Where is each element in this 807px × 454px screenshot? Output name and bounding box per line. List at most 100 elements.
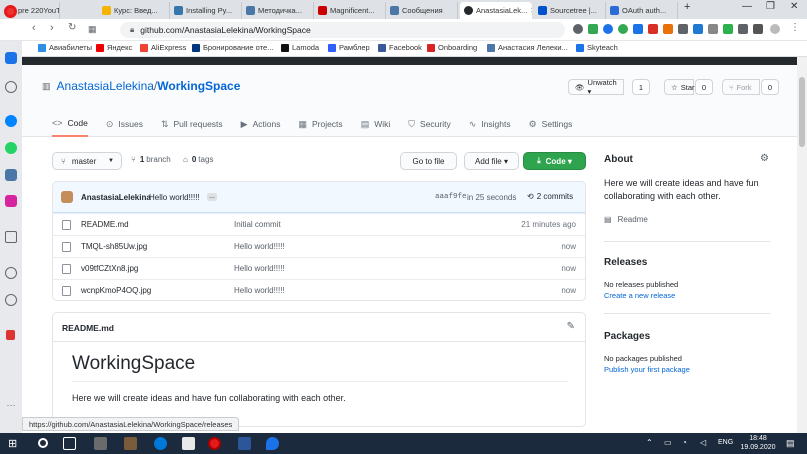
watch-count[interactable]: 1 [632,79,650,95]
table-row[interactable]: README.md Initial commit 21 minutes ago [53,213,585,235]
commit-expand-button[interactable]: ... [207,193,217,201]
bookmark-item[interactable]: AliExpress [140,43,186,52]
close-window-button[interactable]: ✕ [790,1,798,12]
extension-icon[interactable] [708,24,718,34]
opera-icon[interactable] [208,437,221,450]
bookmark-item[interactable]: Onboarding [427,43,477,52]
extension-icon[interactable] [738,24,748,34]
repo-name-link[interactable]: WorkingSpace [157,79,240,93]
star-button[interactable]: ☆ Star [664,79,695,95]
star-icon[interactable] [5,81,17,93]
notification-icon[interactable]: ▤ [786,438,795,449]
releases-heading[interactable]: Releases [604,257,647,268]
tags-link[interactable]: ⌂ 0 tags [183,155,213,164]
forward-icon[interactable]: › [50,22,54,34]
maps-icon[interactable] [266,437,279,450]
extension-icon[interactable] [648,24,658,34]
extension-icon[interactable] [693,24,703,34]
url-input[interactable]: 🔒︎ github.com/AnastasiaLelekina/WorkingS… [120,22,565,38]
packages-heading[interactable]: Packages [604,331,650,342]
close-tab-icon[interactable]: ✕ [527,6,532,15]
menu-icon[interactable]: ⋮ [790,22,800,33]
pencil-icon[interactable]: ✎ [567,321,575,332]
unwatch-button[interactable]: 👁︎ Unwatch ▾ [568,78,624,96]
fork-button[interactable]: ⑂ Fork [722,79,760,95]
messenger-icon[interactable] [5,115,17,127]
bookmark-item[interactable]: Lamoda [281,43,319,52]
tab-insights[interactable]: ∿ Insights [469,111,511,137]
app-icon[interactable] [94,437,107,450]
file-name[interactable]: README.md [81,220,129,229]
tab-wiki[interactable]: ▤ Wiki [361,111,391,137]
clock-time[interactable]: 18:48 [738,435,778,442]
more-icon[interactable]: ··· [5,401,17,413]
bookmark-item[interactable]: Анастасия Лелеки... [487,43,568,52]
extension-icon[interactable] [723,24,733,34]
extension-icon[interactable] [678,24,688,34]
table-row[interactable]: TMQL-sh85Uw.jpg Hello world!!!!! now [53,235,585,257]
commits-link[interactable]: ⟲ 2 commits [527,192,573,201]
extension-icon[interactable] [663,24,673,34]
shield-icon[interactable] [6,330,15,340]
extension-icon[interactable] [753,24,763,34]
vertical-scrollbar[interactable] [797,57,807,433]
star-count[interactable]: 0 [695,79,713,95]
whatsapp-icon[interactable] [5,142,17,154]
bookmark-item[interactable]: Бронирование оте... [192,43,273,52]
branch-select-button[interactable]: ⑂ master ▼ [52,152,122,170]
go-to-file-button[interactable]: Go to file [400,152,457,170]
create-release-link[interactable]: Create a new release [604,291,675,300]
heart-icon[interactable] [5,267,17,279]
tab-security[interactable]: ⛉ Security [408,111,450,137]
add-file-button[interactable]: Add file ▾ [464,152,519,170]
file-commit-message[interactable]: Initial commit [234,220,281,229]
word-icon[interactable] [238,437,251,450]
bookmark-item[interactable]: Авиабилеты [38,43,92,52]
clock-date[interactable]: 19.09.2020 [738,444,778,451]
file-commit-message[interactable]: Hello world!!!!! [234,286,285,295]
wifi-icon[interactable]: ◔ [682,438,687,447]
instagram-icon[interactable] [5,195,17,207]
bookmark-item[interactable]: Skyteach [576,43,618,52]
browser-tab[interactable]: Курс: Введ... [98,2,170,19]
file-name[interactable]: wcnpKmoP4OQ.jpg [81,286,151,295]
extension-icon[interactable] [603,24,613,34]
repo-owner-link[interactable]: AnastasiaLelekina [57,79,154,93]
code-download-button[interactable]: ⤓ Code ▾ [523,152,586,170]
browser-tab[interactable]: Installing Py... [170,2,242,19]
mail-icon[interactable] [182,437,195,450]
back-icon[interactable]: ‹ [32,22,36,34]
avatar[interactable] [61,191,73,203]
bookmark-item[interactable]: Рамблер [328,43,370,52]
scrollbar-thumb[interactable] [799,77,805,147]
file-name[interactable]: TMQL-sh85Uw.jpg [81,242,147,251]
tab-settings[interactable]: ⚙ Settings [529,111,573,137]
extension-icon[interactable] [588,24,598,34]
opera-logo-icon[interactable] [4,5,17,18]
app-icon[interactable] [124,437,137,450]
tab-projects[interactable]: ▦ Projects [298,111,342,137]
language-indicator[interactable]: ENG [718,439,733,446]
search-icon[interactable] [38,438,48,448]
file-commit-message[interactable]: Hello world!!!!! [234,264,285,273]
tab-pull-requests[interactable]: ⇅ Pull requests [161,111,223,137]
table-row[interactable]: v09tfCZtXn8.jpg Hello world!!!!! now [53,257,585,279]
new-tab-button[interactable]: + [684,1,690,13]
commit-message[interactable]: Hello world!!!!! [149,193,200,202]
tab-issues[interactable]: ⊙ Issues [106,111,143,137]
maximize-button[interactable]: ❐ [766,1,775,12]
commit-author[interactable]: AnastasiaLelekina [81,193,151,202]
tray-arrow-icon[interactable]: ⌃ [646,438,653,447]
browser-tab[interactable]: Сообщения [386,2,458,19]
home-icon[interactable] [5,52,17,64]
extension-icon[interactable] [618,24,628,34]
bookmark-item[interactable]: Яндекс [96,43,132,52]
tab-actions[interactable]: ▶ Actions [241,111,281,137]
reload-icon[interactable]: ↻ [68,22,76,33]
send-icon[interactable] [5,231,17,243]
windows-start-icon[interactable]: ⊞ [8,437,17,450]
extension-icon[interactable] [633,24,643,34]
commit-hash[interactable]: aaaf9fe [435,193,467,201]
browser-tab[interactable]: Magnificent... [314,2,386,19]
bookmark-item[interactable]: Facebook [378,43,422,52]
